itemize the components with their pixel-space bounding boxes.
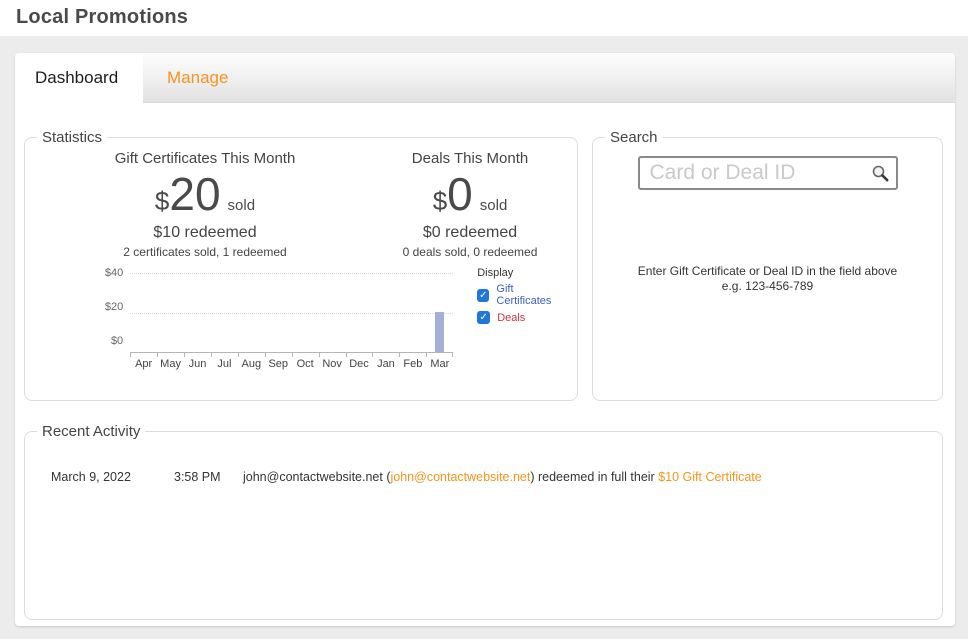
y-axis-label: $0 (93, 335, 123, 347)
axis-tick (184, 353, 185, 357)
search-helper-line1: Enter Gift Certificate or Deal ID in the… (603, 264, 932, 279)
search-helper-text: Enter Gift Certificate or Deal ID in the… (603, 264, 932, 294)
axis-tick (238, 353, 239, 357)
axis-tick (319, 353, 320, 357)
statistics-legend: Statistics (37, 129, 107, 146)
gridline-$40 (130, 273, 453, 274)
chart-x-axis-labels: AprMayJunJulAugSepOctNovDecJanFebMar (130, 358, 453, 370)
page-background: DashboardManage Statistics Gift Certific… (0, 36, 968, 639)
x-axis-label-feb: Feb (399, 358, 426, 370)
statistics-panel: Statistics Gift Certificates This Month … (24, 129, 578, 401)
x-axis-label-mar: Mar (426, 358, 453, 370)
display-items: ✓ Gift Certificates ✓ Deals (477, 283, 567, 324)
search-input[interactable] (638, 156, 898, 190)
chart-display-legend: Display ✓ Gift Certificates ✓ Deals (477, 267, 567, 370)
activity-text: john@contactwebsite.net ( (243, 470, 391, 484)
axis-tick (426, 353, 427, 357)
search-legend: Search (605, 129, 663, 146)
x-axis-label-jun: Jun (184, 358, 211, 370)
x-axis-label-nov: Nov (319, 358, 346, 370)
axis-tick (130, 353, 131, 357)
axis-tick (372, 353, 373, 357)
recent-activity-legend: Recent Activity (37, 423, 145, 440)
x-axis-label-apr: Apr (130, 358, 157, 370)
activity-description: john@contactwebsite.net (john@contactweb… (243, 470, 932, 484)
main-card: DashboardManage Statistics Gift Certific… (15, 53, 955, 626)
deals-detail: 0 deals sold, 0 redeemed (375, 245, 565, 259)
axis-tick (399, 353, 400, 357)
display-item-label: Deals (497, 312, 525, 324)
app-header: Local Promotions (0, 0, 968, 36)
axis-tick (292, 353, 293, 357)
display-toggle-deals[interactable]: ✓ Deals (477, 311, 567, 324)
chart-bar-mar (435, 312, 444, 352)
page-title: Local Promotions (0, 0, 968, 29)
axis-tick (211, 353, 212, 357)
deals-amount: 0 (447, 173, 473, 217)
monthly-sales-chart: $40$20$0 AprMayJunJulAugSepOctNovDecJanF… (93, 273, 567, 370)
gift-amount: 20 (169, 173, 220, 217)
y-axis-label: $20 (93, 301, 123, 313)
deals-sold-label: sold (480, 197, 508, 214)
search-icon[interactable] (871, 164, 890, 188)
activity-date: March 9, 2022 (51, 470, 174, 484)
x-axis-label-dec: Dec (346, 358, 373, 370)
gift-redeemed: $10 redeemed (35, 224, 375, 242)
card-body: Statistics Gift Certificates This Month … (15, 103, 955, 620)
axis-tick (452, 353, 453, 357)
recent-activity-rows: March 9, 20223:58 PMjohn@contactwebsite.… (35, 470, 932, 484)
recent-activity-panel: Recent Activity March 9, 20223:58 PMjohn… (24, 423, 943, 620)
search-panel: Search Enter Gift Certificate or Deal ID… (592, 129, 943, 401)
y-axis-label: $40 (93, 267, 123, 279)
checkbox-icon[interactable]: ✓ (477, 311, 490, 324)
chart-plot (130, 273, 453, 353)
gift-currency: $ (155, 186, 169, 217)
checkbox-icon[interactable]: ✓ (477, 289, 489, 302)
search-box (638, 156, 898, 190)
gift-sold-label: sold (228, 197, 256, 214)
deals-redeemed: $0 redeemed (375, 224, 565, 242)
gift-detail: 2 certificates sold, 1 redeemed (35, 245, 375, 259)
search-helper-line2: e.g. 123-456-789 (603, 279, 932, 294)
display-toggle-gift-certificates[interactable]: ✓ Gift Certificates (477, 283, 567, 307)
gift-sold-amount: $20 sold (35, 173, 375, 217)
activity-link[interactable]: $10 Gift Certificate (658, 470, 762, 484)
x-axis-label-jan: Jan (372, 358, 399, 370)
gridline-$20 (130, 313, 453, 314)
tab-manage[interactable]: Manage (143, 53, 252, 102)
x-axis-label-aug: Aug (238, 358, 265, 370)
display-label: Display (477, 267, 567, 279)
display-item-label: Gift Certificates (496, 283, 567, 307)
axis-tick (346, 353, 347, 357)
deals-currency: $ (433, 186, 447, 217)
deals-sold-amount: $0 sold (375, 173, 565, 217)
x-axis-label-may: May (157, 358, 184, 370)
chart-y-axis-labels: $40 $20 $0 (93, 267, 123, 347)
deals-stats-title: Deals This Month (375, 150, 565, 167)
activity-text: ) redeemed in full their (530, 470, 658, 484)
activity-time: 3:58 PM (174, 470, 243, 484)
axis-tick (265, 353, 266, 357)
tab-bar: DashboardManage (15, 53, 955, 103)
gift-certificates-stats: Gift Certificates This Month $20 sold $10… (35, 150, 375, 259)
x-axis-label-sep: Sep (265, 358, 292, 370)
deals-stats: Deals This Month $0 sold $0 redeemed 0 de… (375, 150, 565, 259)
activity-link[interactable]: john@contactwebsite.net (391, 470, 531, 484)
x-axis-label-jul: Jul (211, 358, 238, 370)
x-axis-label-oct: Oct (292, 358, 319, 370)
tab-dashboard[interactable]: Dashboard (15, 53, 143, 103)
activity-row: March 9, 20223:58 PMjohn@contactwebsite.… (51, 470, 932, 484)
axis-tick (157, 353, 158, 357)
gift-stats-title: Gift Certificates This Month (35, 150, 375, 167)
